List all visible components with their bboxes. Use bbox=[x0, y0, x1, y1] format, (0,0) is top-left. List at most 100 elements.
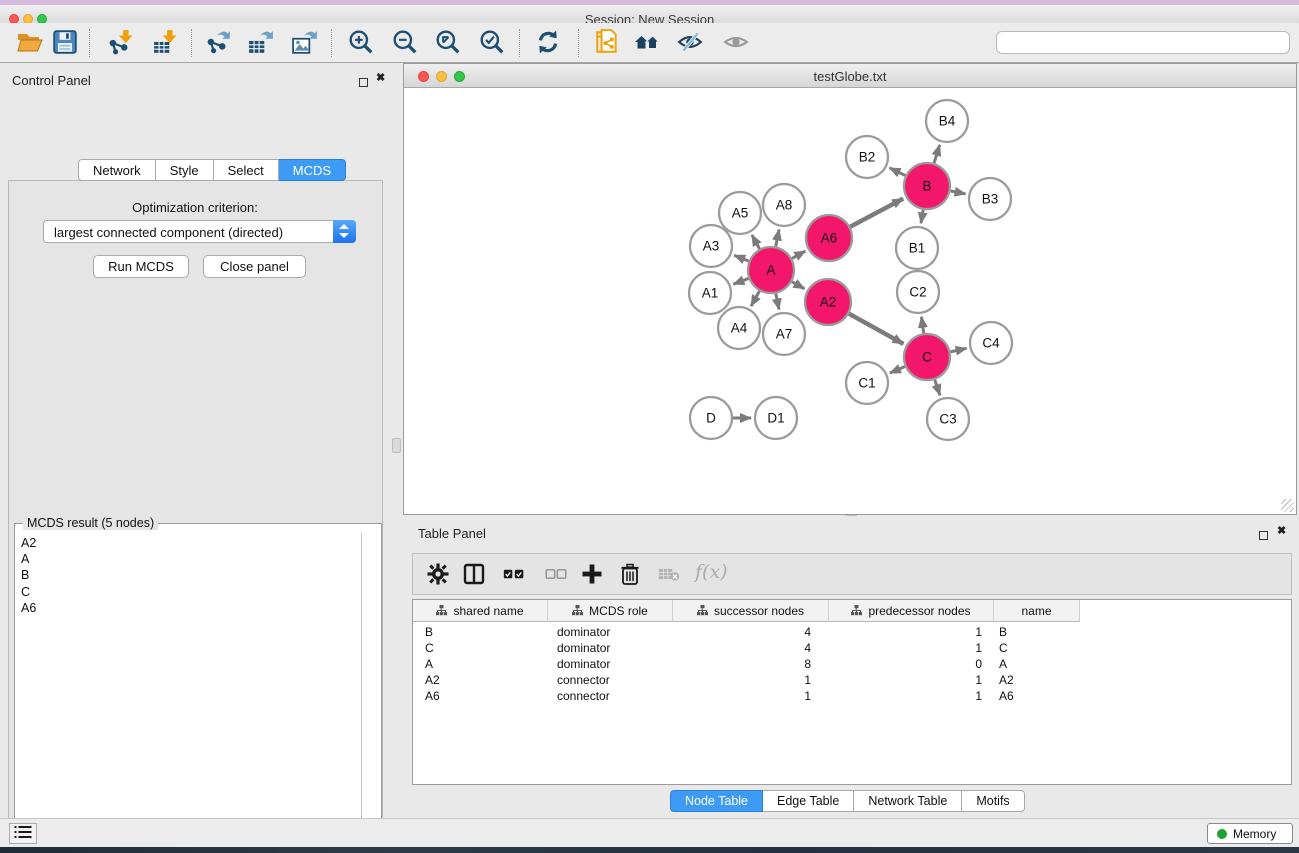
graph-edge-B-B4[interactable] bbox=[934, 145, 940, 163]
graph-edge-A-A5[interactable] bbox=[752, 235, 760, 249]
task-history-button[interactable] bbox=[9, 823, 37, 844]
new-network-from-selection-button[interactable] bbox=[589, 27, 625, 59]
float-panel-icon[interactable] bbox=[1259, 527, 1268, 545]
close-panel-icon[interactable]: ✖ bbox=[376, 72, 385, 84]
list-item[interactable]: A bbox=[21, 551, 361, 567]
tab-motifs[interactable]: Motifs bbox=[962, 790, 1024, 812]
graph-node-A7[interactable]: A7 bbox=[763, 313, 805, 355]
graph-edge-A-A2[interactable] bbox=[792, 282, 805, 289]
graph-edge-A2-C[interactable] bbox=[849, 314, 903, 344]
graph-edge-A-A8[interactable] bbox=[776, 230, 779, 247]
tab-select[interactable]: Select bbox=[214, 159, 279, 181]
zoom-out-button[interactable] bbox=[387, 27, 423, 59]
export-network-button[interactable] bbox=[201, 27, 237, 59]
create-column-button[interactable] bbox=[576, 560, 608, 590]
zoom-fit-button[interactable] bbox=[430, 27, 466, 59]
export-image-button[interactable] bbox=[287, 27, 323, 59]
graph-edge-A-A3[interactable] bbox=[734, 255, 749, 261]
table-row[interactable]: Adominator80A bbox=[413, 656, 1074, 672]
function-builder-button[interactable]: f(x) bbox=[695, 561, 728, 583]
list-item[interactable]: C bbox=[21, 584, 361, 600]
graph-edge-B-B2[interactable] bbox=[890, 168, 906, 176]
delete-table-button[interactable] bbox=[653, 560, 685, 590]
search-input[interactable] bbox=[996, 31, 1290, 54]
memory-button[interactable]: Memory bbox=[1207, 823, 1293, 844]
table-row[interactable]: A6connector11A6 bbox=[413, 688, 1074, 704]
table-row[interactable]: Cdominator41C bbox=[413, 640, 1074, 656]
refresh-button[interactable] bbox=[530, 27, 566, 59]
graph-node-C2[interactable]: C2 bbox=[897, 271, 939, 313]
graph-node-C3[interactable]: C3 bbox=[927, 398, 969, 440]
tab-network-table[interactable]: Network Table bbox=[854, 790, 962, 812]
list-item[interactable]: A2 bbox=[21, 535, 361, 551]
window-resize-grip[interactable] bbox=[1281, 499, 1294, 512]
graph-node-A8[interactable]: A8 bbox=[763, 184, 805, 226]
table-options-button[interactable] bbox=[422, 560, 454, 590]
close-panel-button[interactable]: Close panel bbox=[203, 255, 306, 278]
zoom-in-button[interactable] bbox=[343, 27, 379, 59]
graph-node-B1[interactable]: B1 bbox=[896, 227, 938, 269]
graph-node-A4[interactable]: A4 bbox=[718, 307, 760, 349]
graph-node-A3[interactable]: A3 bbox=[690, 225, 732, 267]
graph-edge-B-B3[interactable] bbox=[951, 191, 966, 194]
column-header[interactable]: name bbox=[994, 600, 1080, 622]
import-network-button[interactable] bbox=[103, 27, 139, 59]
hide-selected-button[interactable] bbox=[672, 27, 708, 59]
graph-node-C1[interactable]: C1 bbox=[846, 362, 888, 404]
close-panel-icon[interactable]: ✖ bbox=[1277, 525, 1286, 537]
graph-edge-A6-B[interactable] bbox=[850, 199, 903, 227]
delete-column-button[interactable] bbox=[614, 560, 646, 590]
graph-node-D[interactable]: D bbox=[690, 397, 732, 439]
tab-network[interactable]: Network bbox=[78, 159, 156, 181]
tab-style[interactable]: Style bbox=[156, 159, 214, 181]
table-row[interactable]: Bdominator41B bbox=[413, 624, 1074, 640]
list-item[interactable]: A6 bbox=[21, 600, 361, 616]
graph-edge-C-C3[interactable] bbox=[935, 380, 940, 396]
graph-edge-B-B1[interactable] bbox=[921, 210, 923, 224]
list-item[interactable]: B bbox=[21, 567, 361, 583]
deselect-all-columns-button[interactable] bbox=[540, 560, 572, 590]
graph-edge-C-C1[interactable] bbox=[890, 367, 905, 374]
graph-node-A6[interactable]: A6 bbox=[806, 215, 852, 261]
divider-grip[interactable] bbox=[392, 438, 401, 453]
graph-edge-C-C2[interactable] bbox=[921, 317, 923, 333]
tab-edge-table[interactable]: Edge Table bbox=[763, 790, 854, 812]
graph-edge-A-A7[interactable] bbox=[776, 294, 779, 310]
select-all-columns-button[interactable] bbox=[498, 560, 530, 590]
graph-edge-A-A4[interactable] bbox=[751, 291, 759, 306]
column-header[interactable]: shared name bbox=[413, 600, 548, 622]
graph-node-B4[interactable]: B4 bbox=[926, 100, 968, 142]
graph-node-C4[interactable]: C4 bbox=[970, 322, 1012, 364]
graph-node-A[interactable]: A bbox=[748, 247, 794, 293]
graph-node-A1[interactable]: A1 bbox=[689, 272, 731, 314]
column-header[interactable]: successor nodes bbox=[673, 600, 829, 622]
graph-edge-C-C4[interactable] bbox=[950, 348, 966, 352]
export-table-button[interactable] bbox=[243, 27, 279, 59]
graph-node-C[interactable]: C bbox=[904, 334, 950, 380]
column-header[interactable]: predecessor nodes bbox=[829, 600, 994, 622]
tab-mcds[interactable]: MCDS bbox=[279, 159, 346, 181]
graph-edge-A-A1[interactable] bbox=[733, 278, 748, 284]
graph-node-A5[interactable]: A5 bbox=[719, 192, 761, 234]
show-selected-button[interactable] bbox=[718, 27, 754, 59]
criterion-dropdown[interactable]: largest connected component (directed) bbox=[43, 220, 356, 243]
tab-node-table[interactable]: Node Table bbox=[670, 790, 763, 812]
graph-edge-A-A6[interactable] bbox=[792, 251, 805, 258]
run-mcds-button[interactable]: Run MCDS bbox=[93, 255, 189, 278]
float-panel-icon[interactable] bbox=[359, 74, 368, 92]
column-header[interactable]: MCDS role bbox=[548, 600, 673, 622]
show-columns-button[interactable] bbox=[458, 560, 490, 590]
zoom-selected-button[interactable] bbox=[474, 27, 510, 59]
network-window-titlebar[interactable]: testGlobe.txt bbox=[404, 64, 1296, 88]
graph-node-B[interactable]: B bbox=[904, 163, 950, 209]
import-table-button[interactable] bbox=[148, 27, 184, 59]
graph-node-A2[interactable]: A2 bbox=[805, 279, 851, 325]
table-row[interactable]: A2connector11A2 bbox=[413, 672, 1074, 688]
graph-node-D1[interactable]: D1 bbox=[755, 397, 797, 439]
graph-node-B2[interactable]: B2 bbox=[846, 136, 888, 178]
open-file-button[interactable] bbox=[12, 27, 48, 59]
network-canvas[interactable]: B4B2BB3B1A5A8A6A3AA1A4A7A2C2C1CC4C3DD1 bbox=[404, 89, 1296, 514]
home-button[interactable] bbox=[629, 27, 665, 59]
mcds-result-list[interactable]: A2 A B C A6 bbox=[16, 532, 362, 853]
save-session-button[interactable] bbox=[47, 27, 83, 59]
